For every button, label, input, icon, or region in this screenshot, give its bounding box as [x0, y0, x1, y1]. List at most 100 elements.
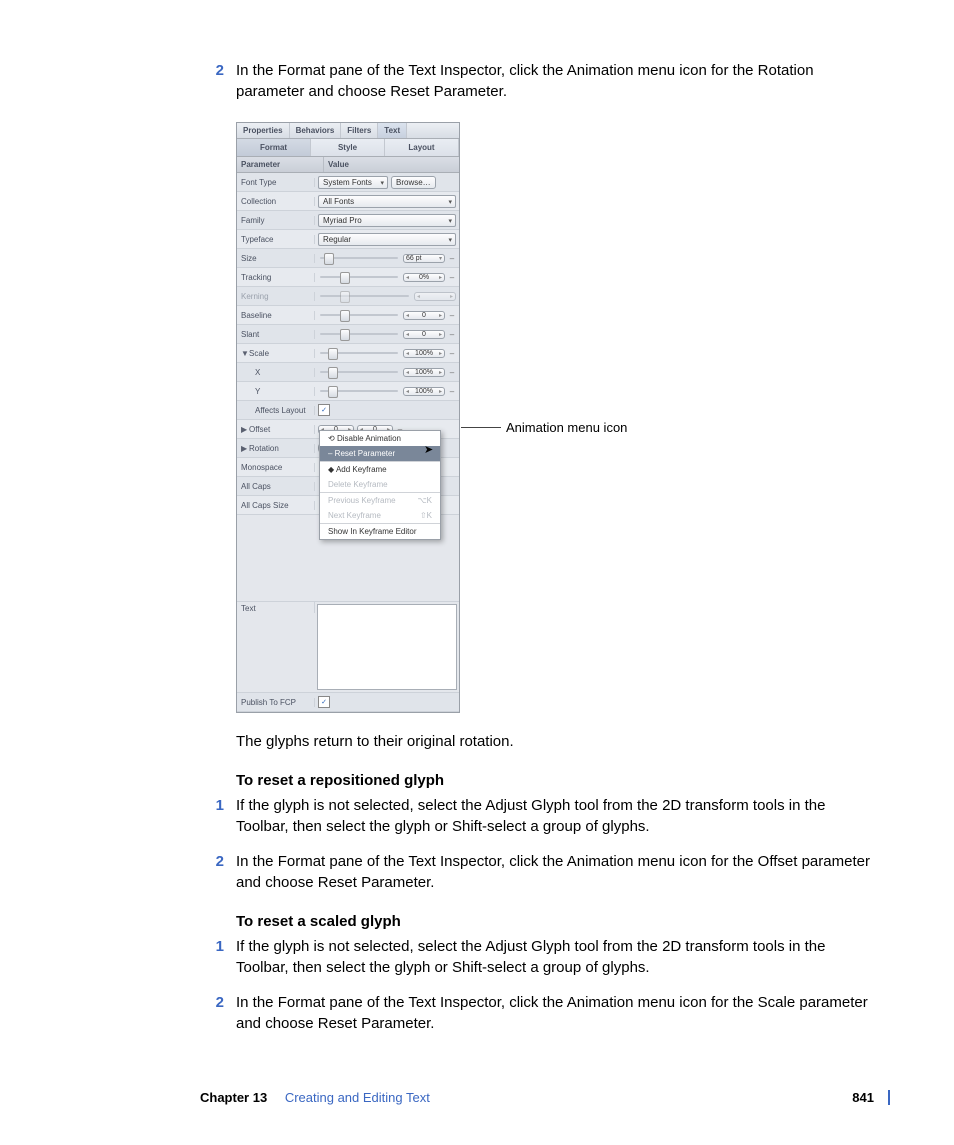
kerning-value: ◂▸	[414, 292, 456, 301]
scale-slider[interactable]	[318, 348, 400, 358]
label-y: Y	[237, 387, 315, 396]
menu-reset-parameter[interactable]: – Reset Parameter	[320, 446, 440, 461]
x-value[interactable]: ◂100%▸	[403, 368, 445, 377]
disclosure-triangle-icon[interactable]: ▶	[241, 425, 249, 434]
scale-value[interactable]: ◂100%▸	[403, 349, 445, 358]
subtab-layout[interactable]: Layout	[385, 139, 459, 156]
font-type-select[interactable]: System Fonts▾	[318, 176, 388, 189]
label-size: Size	[237, 254, 315, 263]
section1-step1: 1 If the glyph is not selected, select t…	[200, 795, 874, 837]
x-slider[interactable]	[318, 367, 400, 377]
tracking-slider[interactable]	[318, 272, 400, 282]
row-kerning: Kerning ◂▸	[237, 287, 459, 306]
row-baseline: Baseline ◂0▸ –	[237, 306, 459, 325]
slant-value[interactable]: ◂0▸	[403, 330, 445, 339]
text-content-field[interactable]	[317, 604, 457, 690]
animation-menu-icon[interactable]: –	[448, 311, 456, 320]
row-font-type: Font Type System Fonts▾ Browse…	[237, 173, 459, 192]
inspector-top-tabs: Properties Behaviors Filters Text	[237, 123, 459, 139]
label-kerning: Kerning	[237, 292, 315, 301]
browse-button[interactable]: Browse…	[391, 176, 436, 189]
size-slider[interactable]	[318, 253, 400, 263]
baseline-slider[interactable]	[318, 310, 400, 320]
label-monospace: Monospace	[237, 463, 315, 472]
label-publish: Publish To FCP	[237, 698, 315, 707]
animation-menu-icon[interactable]: –	[448, 387, 456, 396]
row-size: Size 66 pt▾ –	[237, 249, 459, 268]
animation-context-menu: ⟲ Disable Animation – Reset Parameter ◆ …	[319, 430, 441, 540]
family-select[interactable]: Myriad Pro▾	[318, 214, 456, 227]
row-family: Family Myriad Pro▾	[237, 211, 459, 230]
slant-slider[interactable]	[318, 329, 400, 339]
section2-step1: 1 If the glyph is not selected, select t…	[200, 936, 874, 978]
subtab-style[interactable]: Style	[311, 139, 385, 156]
label-font-type: Font Type	[237, 178, 315, 187]
tab-behaviors[interactable]: Behaviors	[290, 123, 342, 138]
disclosure-triangle-icon[interactable]: ▶	[241, 444, 249, 453]
footer-chapter: Chapter 13	[200, 1090, 267, 1105]
animation-menu-icon[interactable]: –	[448, 330, 456, 339]
row-scale: ▼Scale ◂100%▸ –	[237, 344, 459, 363]
animation-menu-icon[interactable]: –	[448, 349, 456, 358]
typeface-select[interactable]: Regular▾	[318, 233, 456, 246]
y-value[interactable]: ◂100%▸	[403, 387, 445, 396]
step-number: 2	[200, 60, 224, 102]
callout-line	[461, 427, 501, 428]
row-affects-layout: Affects Layout ✓	[237, 401, 459, 420]
tracking-value[interactable]: ◂0%▸	[403, 273, 445, 282]
row-scale-x: X ◂100%▸ –	[237, 363, 459, 382]
publish-checkbox[interactable]: ✓	[318, 696, 330, 708]
size-value[interactable]: 66 pt▾	[403, 254, 445, 263]
tab-filters[interactable]: Filters	[341, 123, 378, 138]
tab-properties[interactable]: Properties	[237, 123, 290, 138]
label-baseline: Baseline	[237, 311, 315, 320]
label-affects-layout: Affects Layout	[237, 406, 315, 415]
tab-text[interactable]: Text	[378, 123, 407, 138]
text-inspector-panel: Properties Behaviors Filters Text Format…	[236, 122, 460, 713]
menu-disable-animation[interactable]: ⟲ Disable Animation	[320, 431, 440, 446]
subheading-reposition: To reset a repositioned glyph	[236, 772, 874, 789]
step-number: 1	[200, 936, 224, 978]
step-number: 2	[200, 992, 224, 1034]
step-2-top: 2 In the Format pane of the Text Inspect…	[200, 60, 874, 102]
y-slider[interactable]	[318, 386, 400, 396]
label-x: X	[237, 368, 315, 377]
kerning-slider	[318, 291, 411, 301]
label-tracking: Tracking	[237, 273, 315, 282]
label-all-caps: All Caps	[237, 482, 315, 491]
animation-menu-icon[interactable]: –	[448, 254, 456, 263]
row-tracking: Tracking ◂0%▸ –	[237, 268, 459, 287]
collection-select[interactable]: All Fonts▾	[318, 195, 456, 208]
label-offset: ▶Offset	[237, 425, 315, 434]
menu-add-keyframe[interactable]: ◆ Add Keyframe	[320, 462, 440, 477]
subtab-format[interactable]: Format	[237, 139, 311, 156]
menu-delete-keyframe: Delete Keyframe	[320, 477, 440, 492]
header-parameter: Parameter	[237, 157, 324, 172]
label-slant: Slant	[237, 330, 315, 339]
row-collection: Collection All Fonts▾	[237, 192, 459, 211]
label-all-caps-size: All Caps Size	[237, 501, 315, 510]
label-rotation: ▶Rotation	[237, 444, 315, 453]
section1-step2: 2 In the Format pane of the Text Inspect…	[200, 851, 874, 893]
step-body: In the Format pane of the Text Inspector…	[236, 851, 874, 893]
menu-previous-keyframe: Previous Keyframe⌥K	[320, 493, 440, 508]
footer-title: Creating and Editing Text	[285, 1090, 430, 1105]
cursor-icon: ➤	[424, 443, 433, 456]
affects-layout-checkbox[interactable]: ✓	[318, 404, 330, 416]
label-collection: Collection	[237, 197, 315, 206]
label-text: Text	[237, 602, 315, 613]
row-text: Text	[237, 602, 459, 693]
section2-step2: 2 In the Format pane of the Text Inspect…	[200, 992, 874, 1034]
baseline-value[interactable]: ◂0▸	[403, 311, 445, 320]
footer-page-number: 841	[852, 1090, 874, 1105]
label-typeface: Typeface	[237, 235, 315, 244]
page-footer: Chapter 13 Creating and Editing Text 841	[200, 1090, 890, 1105]
row-typeface: Typeface Regular▾	[237, 230, 459, 249]
step-number: 2	[200, 851, 224, 893]
animation-menu-icon[interactable]: –	[448, 368, 456, 377]
row-slant: Slant ◂0▸ –	[237, 325, 459, 344]
disclosure-triangle-icon[interactable]: ▼	[241, 349, 249, 358]
animation-menu-icon[interactable]: –	[448, 273, 456, 282]
menu-show-in-keyframe-editor[interactable]: Show In Keyframe Editor	[320, 524, 440, 539]
label-scale: ▼Scale	[237, 349, 315, 358]
